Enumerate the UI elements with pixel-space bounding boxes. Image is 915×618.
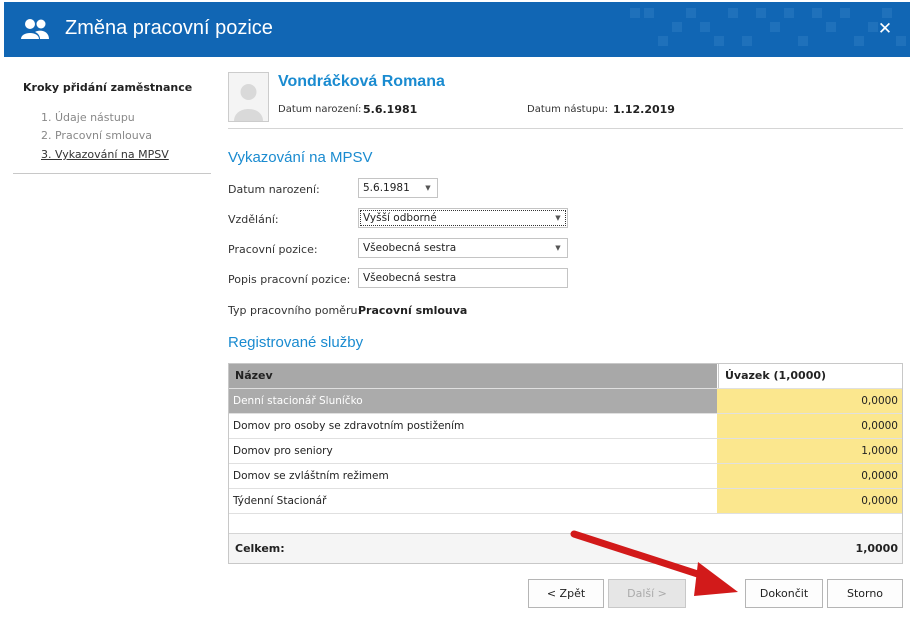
step-item-3[interactable]: 3. Vykazování na MPSV [41, 148, 169, 161]
education-select[interactable]: Vyšší odborné ▼ [358, 208, 568, 228]
start-date-value: 1.12.2019 [613, 103, 675, 116]
education-label: Vzdělání: [228, 213, 279, 226]
position-desc-label: Popis pracovní pozice: [228, 273, 351, 286]
person-silhouette-icon [234, 84, 263, 121]
back-button[interactable]: < Zpět [528, 579, 604, 608]
contract-type-label: Typ pracovního poměru: [228, 304, 362, 317]
services-table-footer: Celkem: 1,0000 [229, 533, 902, 563]
window-title-bar: Změna pracovní pozice ✕ [4, 2, 910, 57]
birth-date-picker-value: 5.6.1981 [363, 182, 410, 194]
chevron-down-icon[interactable]: ▼ [551, 239, 565, 257]
column-header-name[interactable]: Název [229, 364, 717, 388]
total-value: 1,0000 [855, 542, 898, 555]
service-name-cell: Týdenní Stacionář [233, 495, 327, 507]
chevron-down-icon[interactable]: ▼ [421, 179, 435, 197]
avatar [228, 72, 269, 122]
position-desc-input-value: Všeobecná sestra [363, 272, 457, 284]
service-name-cell: Domov pro osoby se zdravotním postižením [233, 420, 465, 432]
next-button[interactable]: Další > [608, 579, 686, 608]
steps-title: Kroky přidání zaměstnance [23, 81, 193, 94]
uvazek-cell[interactable]: 0,0000 [717, 464, 902, 488]
empty-row [229, 513, 902, 533]
table-row[interactable]: Týdenní Stacionář 0,0000 [229, 488, 902, 513]
position-desc-input[interactable]: Všeobecná sestra [358, 268, 568, 288]
services-table: Název Úvazek (1,0000) Denní stacionář Sl… [228, 363, 903, 564]
uvazek-cell[interactable]: 0,0000 [717, 389, 902, 413]
title-bar-pattern [630, 8, 906, 46]
birth-date-label: Datum narození: [278, 104, 362, 115]
close-icon[interactable]: ✕ [876, 19, 894, 39]
uvazek-cell[interactable]: 1,0000 [717, 439, 902, 463]
steps-divider [13, 173, 211, 174]
education-select-value: Vyšší odborné [363, 212, 437, 224]
cancel-button[interactable]: Storno [827, 579, 903, 608]
users-icon [21, 19, 49, 39]
position-label: Pracovní pozice: [228, 243, 318, 256]
start-date-label: Datum nástupu: [527, 104, 608, 115]
chevron-down-icon[interactable]: ▼ [551, 209, 565, 227]
service-name-cell: Domov pro seniory [233, 445, 333, 457]
contract-type-value: Pracovní smlouva [358, 304, 468, 317]
position-select-value: Všeobecná sestra [363, 242, 457, 254]
column-header-uvazek[interactable]: Úvazek (1,0000) [718, 364, 902, 388]
services-table-header: Název Úvazek (1,0000) [229, 364, 902, 388]
services-section-title: Registrované služby [228, 334, 364, 351]
table-row[interactable]: Denní stacionář Sluníčko 0,0000 [229, 388, 902, 413]
service-name-cell: Denní stacionář Sluníčko [229, 389, 717, 413]
table-row[interactable]: Domov pro osoby se zdravotním postižením… [229, 413, 902, 438]
header-divider [228, 128, 903, 129]
finish-button[interactable]: Dokončit [745, 579, 823, 608]
table-row[interactable]: Domov pro seniory 1,0000 [229, 438, 902, 463]
window-title: Změna pracovní pozice [65, 17, 273, 39]
uvazek-cell[interactable]: 0,0000 [717, 414, 902, 438]
employee-name: Vondráčková Romana [278, 73, 445, 90]
uvazek-cell[interactable]: 0,0000 [717, 489, 902, 513]
step-item-2[interactable]: 2. Pracovní smlouva [41, 129, 152, 142]
mpsv-section-title: Vykazování na MPSV [228, 149, 373, 166]
position-select[interactable]: Všeobecná sestra ▼ [358, 238, 568, 258]
birth-date-picker[interactable]: 5.6.1981 ▼ [358, 178, 438, 198]
mpsv-birth-label: Datum narození: [228, 183, 320, 196]
birth-date-value: 5.6.1981 [363, 103, 418, 116]
table-row[interactable]: Domov se zvláštním režimem 0,0000 [229, 463, 902, 488]
step-item-1[interactable]: 1. Údaje nástupu [41, 111, 135, 124]
total-label: Celkem: [235, 542, 285, 555]
service-name-cell: Domov se zvláštním režimem [233, 470, 389, 482]
